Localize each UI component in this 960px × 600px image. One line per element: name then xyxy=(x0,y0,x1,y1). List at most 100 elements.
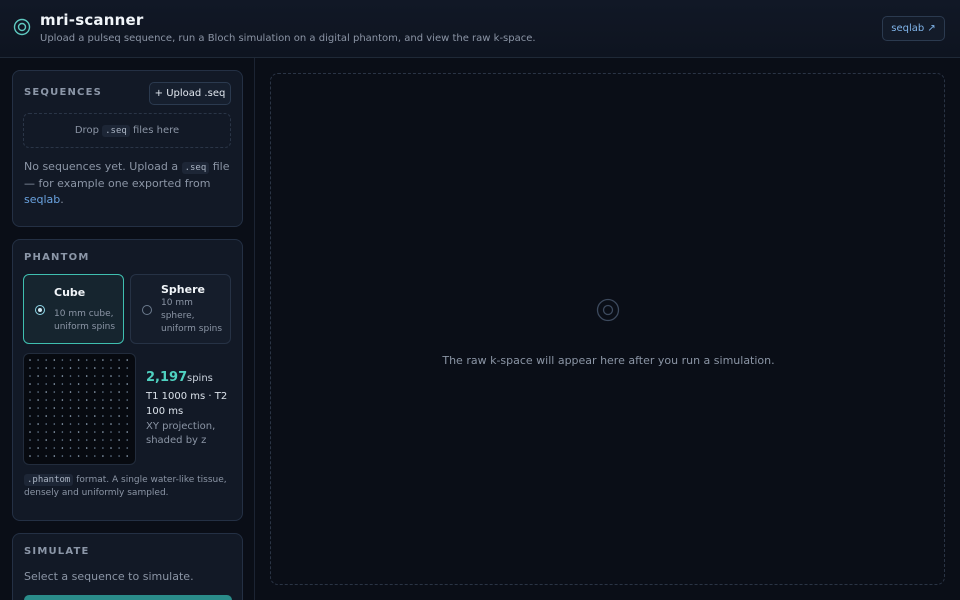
spin-dot xyxy=(118,439,120,441)
dropzone-code: .seq xyxy=(102,125,130,137)
spin-dot xyxy=(94,367,96,369)
spin-dot xyxy=(118,367,120,369)
spin-dot xyxy=(45,431,47,433)
spin-dot xyxy=(61,399,64,401)
spin-dot xyxy=(37,391,39,393)
spin-dot xyxy=(126,391,128,393)
seq-dropzone[interactable]: Drop .seq files here xyxy=(23,113,231,148)
spin-dot xyxy=(85,439,88,441)
spin-dot xyxy=(29,423,31,425)
spin-dot xyxy=(53,399,56,401)
phantom-option-desc: 10 mm cube, uniform spins xyxy=(54,309,116,332)
spin-dot xyxy=(110,383,112,385)
spin-dot xyxy=(69,455,72,457)
spin-dot xyxy=(118,399,120,401)
spin-dot xyxy=(102,423,104,425)
spin-dot xyxy=(45,407,47,409)
spin-dot xyxy=(69,359,72,361)
spin-dot xyxy=(45,415,47,417)
spin-dot xyxy=(69,399,72,401)
spin-dot xyxy=(69,375,72,377)
phantom-option-name: Cube xyxy=(54,286,86,299)
seqlab-link-button[interactable]: seqlab ↗ xyxy=(882,16,945,41)
phantom-option-sphere[interactable]: Sphere 10 mm sphere, uniform spins xyxy=(130,274,231,344)
spin-dot xyxy=(94,431,96,433)
spin-dot xyxy=(85,383,88,385)
spin-dot xyxy=(37,407,39,409)
empty-prefix: No sequences yet. Upload a xyxy=(24,160,179,173)
kspace-placeholder-message: The raw k-space will appear here after y… xyxy=(442,354,775,367)
app-subtitle: Upload a pulseq sequence, run a Bloch si… xyxy=(40,33,536,44)
simulate-title: SIMULATE xyxy=(24,546,90,557)
spin-dot xyxy=(126,399,128,401)
seqlab-inline-link[interactable]: seqlab xyxy=(24,193,60,206)
spin-dot xyxy=(29,359,31,361)
spin-dot xyxy=(102,375,104,377)
spin-dot xyxy=(110,399,112,401)
kspace-panel: The raw k-space will appear here after y… xyxy=(270,73,945,585)
spin-dot xyxy=(37,431,39,433)
spin-dot xyxy=(61,391,64,393)
spin-dot xyxy=(77,407,80,409)
spin-dot xyxy=(94,415,96,417)
spin-dot xyxy=(69,439,72,441)
spin-dot xyxy=(94,359,96,361)
spin-dot xyxy=(77,439,80,441)
spin-dot xyxy=(53,447,56,449)
format-code: .phantom xyxy=(24,474,74,486)
spin-dot xyxy=(94,399,96,401)
spin-dot xyxy=(94,383,96,385)
phantom-format-note: .phantom format. A single water-like tis… xyxy=(24,474,239,500)
spin-dot xyxy=(102,407,104,409)
spin-dot xyxy=(37,439,39,441)
spin-dot xyxy=(37,423,39,425)
spin-dot xyxy=(102,359,104,361)
spin-dot xyxy=(77,375,80,377)
spin-dot xyxy=(37,455,39,457)
app-title: mri-scanner xyxy=(40,11,144,29)
spin-dot xyxy=(61,367,64,369)
spin-dot xyxy=(29,383,31,385)
dropzone-suffix: files here xyxy=(132,125,180,136)
dropzone-prefix: Drop xyxy=(74,125,99,136)
spin-dot xyxy=(110,367,112,369)
radio-selected-icon[interactable] xyxy=(35,305,45,315)
spin-dot xyxy=(94,407,96,409)
empty-end: . xyxy=(60,193,64,206)
spin-dot xyxy=(85,399,88,401)
phantom-option-cube[interactable]: Cube 10 mm cube, uniform spins xyxy=(23,274,124,344)
phantom-card: PHANTOM Cube 10 mm cube, uniform spins S… xyxy=(12,239,243,521)
upload-seq-button[interactable]: + Upload .seq xyxy=(149,82,231,105)
projection-note: XY projection, shaded by z xyxy=(146,421,216,446)
spin-dot xyxy=(29,407,31,409)
spin-dot xyxy=(102,399,104,401)
spin-dot xyxy=(126,439,128,441)
spin-dot xyxy=(77,399,80,401)
simulate-hint: Select a sequence to simulate. xyxy=(24,570,194,583)
spin-dot xyxy=(37,415,39,417)
spin-dot xyxy=(77,455,80,457)
spin-dot xyxy=(37,367,39,369)
spin-dot xyxy=(61,415,64,417)
spin-dot xyxy=(110,407,112,409)
simulate-button[interactable] xyxy=(24,595,232,600)
spin-dot xyxy=(85,431,88,433)
spin-dot xyxy=(61,423,64,425)
spin-dot xyxy=(118,383,120,385)
spin-dot xyxy=(126,455,128,457)
relaxation-times: T1 1000 ms · T2 100 ms xyxy=(146,391,228,417)
spin-dot xyxy=(29,367,31,369)
spin-dot xyxy=(85,415,88,417)
spin-dot xyxy=(110,423,112,425)
spin-dot xyxy=(29,431,31,433)
spin-dot xyxy=(126,431,128,433)
spin-dot xyxy=(94,391,96,393)
radio-unselected-icon[interactable] xyxy=(142,305,152,315)
spin-dot xyxy=(126,367,128,369)
spin-dot xyxy=(110,431,112,433)
spin-dot xyxy=(45,439,47,441)
phantom-preview xyxy=(23,353,136,465)
spin-dot xyxy=(45,383,47,385)
spin-dot xyxy=(110,415,112,417)
spin-dot xyxy=(118,391,120,393)
